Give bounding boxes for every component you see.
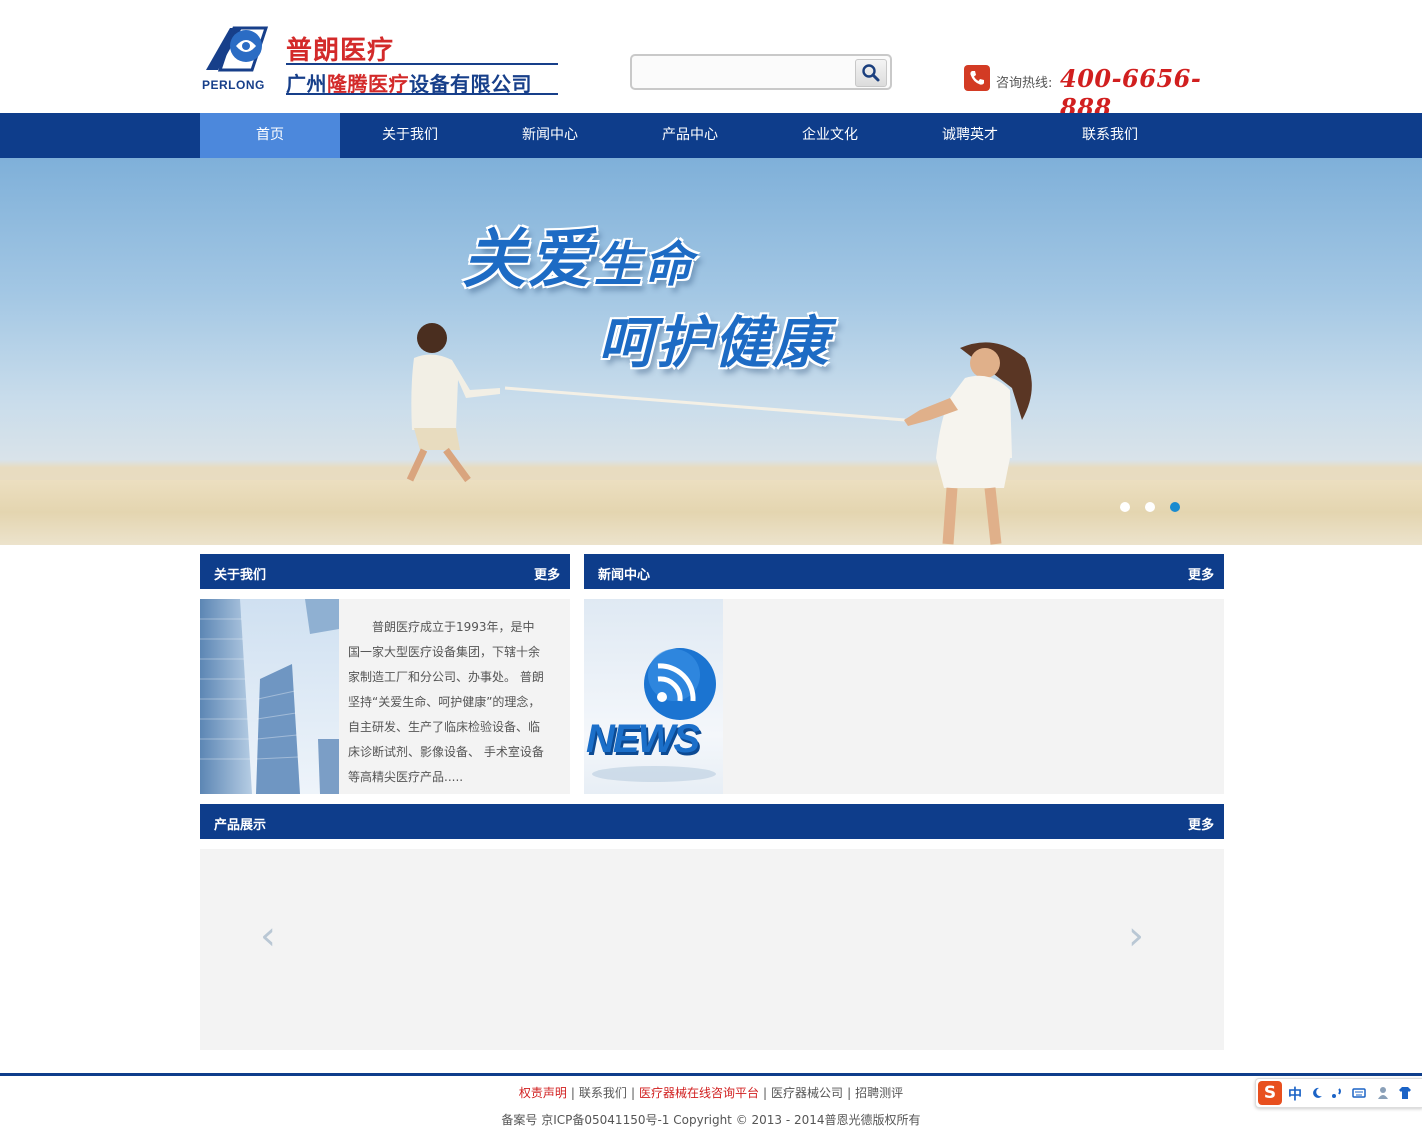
footer-divider [0, 1073, 1422, 1076]
hotline-label: 咨询热线: [996, 76, 1053, 91]
slider-dot-3[interactable] [1170, 502, 1180, 512]
footer-separator: | [847, 1086, 852, 1100]
ime-mode-toggle[interactable]: 中 [1288, 1084, 1302, 1104]
footer-link-recruitment-test[interactable]: 招聘测评 [855, 1086, 903, 1100]
news-more-link[interactable]: 更多 [1188, 564, 1214, 583]
logo-underline [286, 93, 558, 95]
nav-item-contact[interactable]: 联系我们 [1040, 113, 1180, 158]
sogou-logo-icon[interactable]: S [1258, 1081, 1282, 1105]
slogan-line1-a: 关爱 [462, 223, 594, 297]
hotline: 咨询热线: 400-6656-888 [964, 63, 1226, 122]
products-carousel: ‹ › [200, 849, 1224, 1050]
products-more-link[interactable]: 更多 [1188, 814, 1214, 833]
user-icon[interactable] [1376, 1086, 1390, 1100]
about-panel-title: 关于我们 [214, 568, 267, 583]
news-panel-title: 新闻中心 [598, 568, 651, 583]
footer-separator: | [570, 1086, 575, 1100]
nav-item-home[interactable]: 首页 [200, 113, 340, 158]
news-panel-header: 新闻中心 更多 [584, 554, 1224, 589]
products-panel-header: 产品展示 更多 [200, 804, 1224, 839]
footer-link-consult-platform[interactable]: 医疗器械在线咨询平台 [639, 1086, 759, 1100]
footer-link-contact[interactable]: 联系我们 [579, 1086, 627, 1100]
news-panel-body: NEWS [584, 599, 1224, 794]
footer-separator: | [630, 1086, 635, 1100]
search-icon [862, 64, 880, 82]
products-panel-title: 产品展示 [214, 818, 267, 833]
logo-english-text: PERLONG [202, 78, 265, 92]
footer-links: 权责声明 | 联系我们 | 医疗器械在线咨询平台 | 医疗器械公司 | 招聘测评 [0, 1084, 1422, 1101]
site-logo[interactable]: PERLONG 普朗医疗 广州隆腾医疗设备有限公司 [200, 24, 570, 96]
nav-item-products[interactable]: 产品中心 [620, 113, 760, 158]
skin-shirt-icon[interactable] [1398, 1086, 1412, 1100]
slogan-line1-b: 生命 [594, 237, 695, 293]
keyboard-icon[interactable] [1352, 1086, 1366, 1100]
logo-divider [286, 63, 558, 65]
punctuation-icon[interactable] [1330, 1086, 1344, 1100]
nav-item-culture[interactable]: 企业文化 [760, 113, 900, 158]
phone-icon [964, 65, 990, 91]
footer-separator: | [763, 1086, 768, 1100]
hero-banner[interactable]: 关爱生命 呵护健康 [0, 158, 1422, 545]
nav-item-careers[interactable]: 诚聘英才 [900, 113, 1040, 158]
nav-item-news[interactable]: 新闻中心 [480, 113, 620, 158]
footer-link-disclaimer[interactable]: 权责声明 [519, 1086, 567, 1100]
footer-copyright: 备案号 京ICP备05041150号-1 Copyright © 2013 - … [501, 1113, 921, 1127]
search-input[interactable] [636, 60, 860, 86]
about-building-image [200, 599, 339, 794]
banner-slogan-line2: 呵护健康 [598, 311, 830, 376]
search-button[interactable] [855, 59, 887, 87]
carousel-prev-arrow[interactable]: ‹ [260, 913, 276, 959]
logo-brand-text: 普朗医疗 [286, 36, 395, 66]
about-panel-body: 普朗医疗成立于1993年，是中国一家大型医疗设备集团，下辖十余家制造工厂和分公司… [200, 599, 570, 794]
rss-icon [592, 648, 716, 782]
slider-dots [1120, 502, 1180, 512]
main-nav: 首页 关于我们 新闻中心 产品中心 企业文化 诚聘英才 联系我们 [0, 113, 1422, 158]
news-image: NEWS [584, 599, 723, 794]
slider-dot-1[interactable] [1120, 502, 1130, 512]
search-box [630, 54, 892, 90]
site-header: PERLONG 普朗医疗 广州隆腾医疗设备有限公司 咨询热线: 400-6656… [0, 0, 1422, 122]
about-description: 普朗医疗成立于1993年，是中国一家大型医疗设备集团，下辖十余家制造工厂和分公司… [348, 620, 544, 784]
nav-item-about[interactable]: 关于我们 [340, 113, 480, 158]
news-image-text: NEWS [586, 717, 700, 761]
slider-dot-2[interactable] [1145, 502, 1155, 512]
moon-icon[interactable] [1310, 1086, 1324, 1100]
about-more-link[interactable]: 更多 [534, 564, 560, 583]
nav-items: 首页 关于我们 新闻中心 产品中心 企业文化 诚聘英才 联系我们 [200, 113, 1224, 158]
ime-toolbar[interactable]: S 中 [1255, 1078, 1422, 1108]
banner-slogan-line1: 关爱生命 [462, 208, 694, 300]
footer-link-device-company[interactable]: 医疗器械公司 [771, 1086, 843, 1100]
about-panel-header: 关于我们 更多 [200, 554, 570, 589]
carousel-next-arrow[interactable]: › [1128, 913, 1144, 959]
